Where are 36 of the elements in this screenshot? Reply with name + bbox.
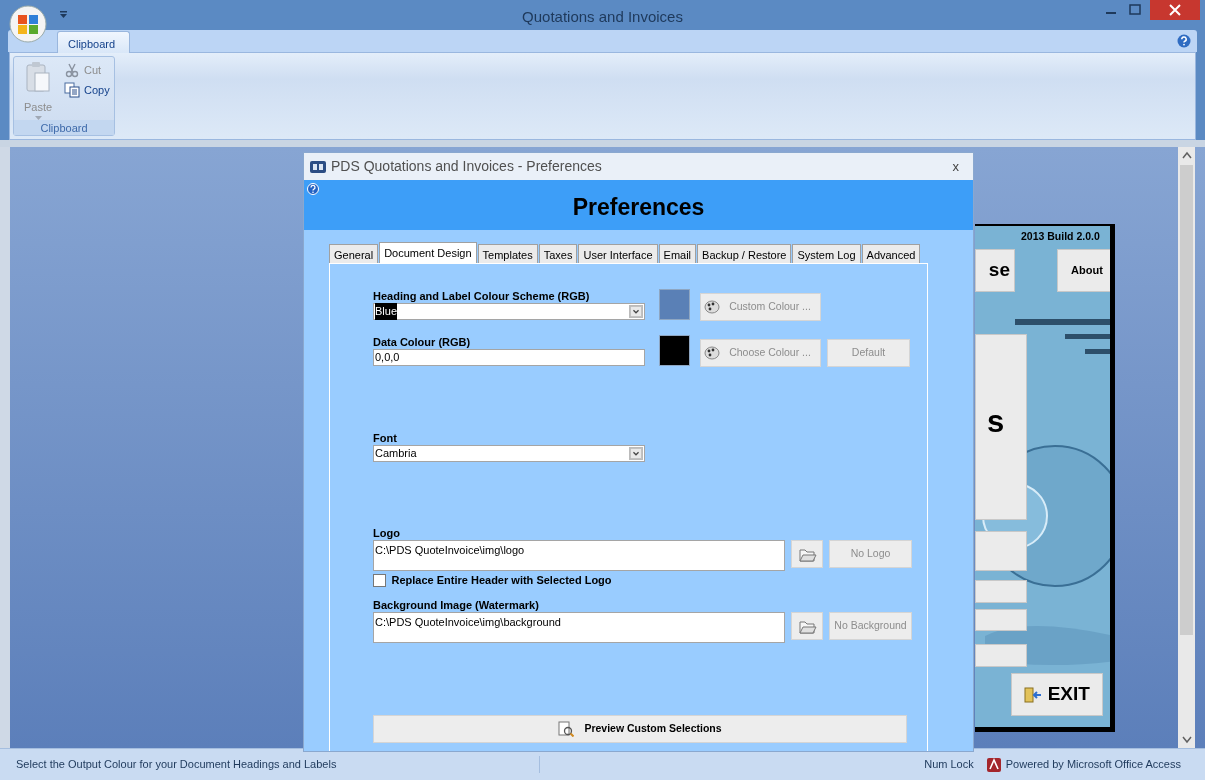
- about-button[interactable]: About: [1057, 249, 1110, 292]
- powered-by-label: Powered by Microsoft Office Access: [1005, 757, 1181, 773]
- panel-text: s: [987, 406, 1005, 437]
- version-label: 2013 Build 2.0.0: [1021, 229, 1100, 244]
- field-label: Font: [373, 432, 398, 445]
- window-title: Quotations and Invoices: [521, 7, 684, 27]
- checkbox-label: Replace Entire Header with Selected Logo: [391, 573, 612, 587]
- field-label: Background Image (Watermark): [373, 598, 540, 612]
- field-label: Data Colour (RGB): [373, 336, 472, 349]
- status-message: Select the Output Colour for your Document Headings and Labels: [0, 756, 540, 773]
- num-lock-indicator: Num Lock: [924, 757, 974, 773]
- tab[interactable]: General: [329, 244, 379, 263]
- tab[interactable]: Backup / Restore: [697, 244, 792, 263]
- tab[interactable]: Templates: [477, 244, 538, 263]
- close-button[interactable]: x: [952, 156, 959, 177]
- dropdown-field[interactable]: Blue: [373, 303, 645, 320]
- tab[interactable]: System Log: [792, 244, 861, 263]
- field-label: Heading and Label Colour Scheme (RGB): [373, 290, 591, 303]
- dialog-title: PDS Quotations and Invoices - Preferences: [331, 157, 602, 176]
- ribbon-group-label: Clipboard: [14, 120, 114, 135]
- exit-button[interactable]: EXIT: [1011, 673, 1103, 716]
- path-field[interactable]: C:\PDS QuoteInvoice\img\logo: [373, 540, 785, 571]
- dialog-heading: Preferences: [572, 194, 705, 222]
- preview-button[interactable]: Preview Custom Selections: [373, 714, 907, 743]
- dropdown-field[interactable]: Cambria: [373, 445, 645, 462]
- tab[interactable]: Taxes: [538, 244, 578, 263]
- tab[interactable]: Document Design: [379, 242, 477, 263]
- tab[interactable]: Email: [658, 244, 697, 263]
- path-field[interactable]: C:\PDS QuoteInvoice\img\background: [373, 611, 785, 643]
- input-field[interactable]: 0,0,0: [373, 349, 645, 366]
- field-label: Logo: [373, 527, 401, 540]
- copy-button[interactable]: Copy: [64, 80, 110, 100]
- form-button[interactable]: se: [975, 249, 1015, 292]
- ribbon-tab[interactable]: Clipboard: [57, 31, 130, 53]
- tab[interactable]: Advanced: [861, 244, 921, 263]
- tab[interactable]: User Interface: [578, 244, 658, 263]
